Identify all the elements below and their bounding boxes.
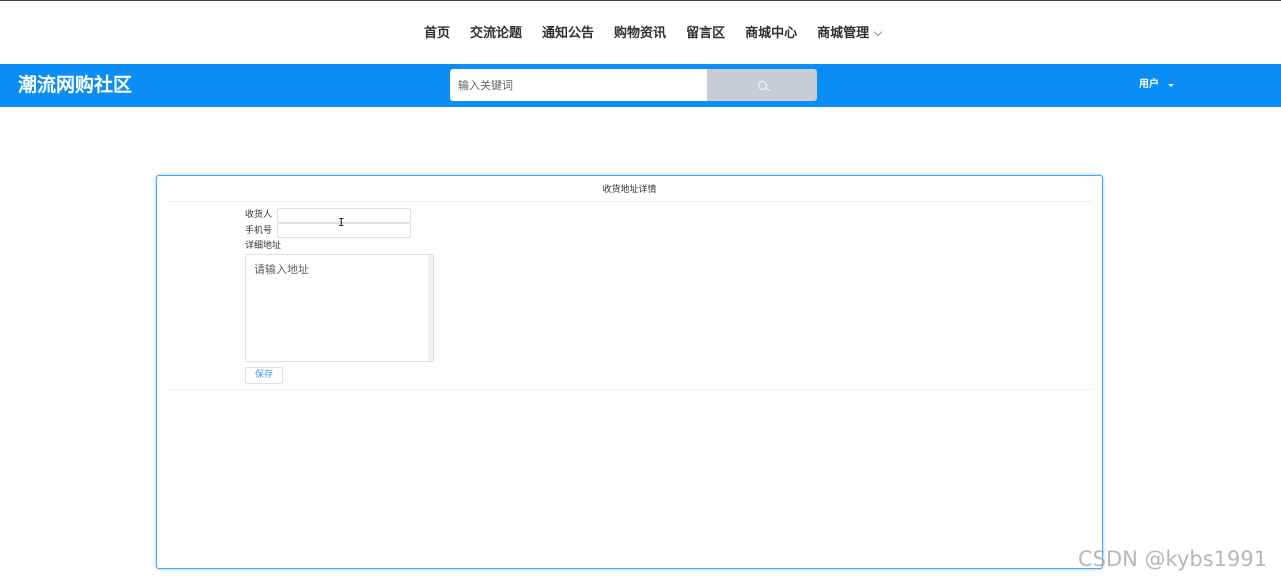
nav-item-shopping-news[interactable]: 购物资讯 xyxy=(614,25,666,43)
address-label: 详细地址 xyxy=(245,241,282,251)
nav-item-mall-center[interactable]: 商城中心 xyxy=(745,25,797,43)
user-menu-label: 用户 xyxy=(1139,79,1159,90)
save-button[interactable]: 保存 xyxy=(245,367,283,384)
nav-list: 首页 交流论题 通知公告 购物资讯 留言区 商城中心 商城管理 xyxy=(424,25,901,43)
header-bar: 潮流网购社区 用户 xyxy=(0,64,1281,107)
nav-item-home[interactable]: 首页 xyxy=(424,25,450,43)
address-detail-card: 收货地址详情 收货人 手机号 详细地址 保存 xyxy=(156,175,1103,569)
user-menu[interactable]: 用户 xyxy=(1139,78,1174,92)
card-divider-top xyxy=(167,201,1092,202)
address-textarea[interactable] xyxy=(245,254,434,362)
search-button[interactable] xyxy=(707,69,817,101)
text-cursor-icon: I xyxy=(338,216,345,229)
watermark: CSDN @kybs1991 xyxy=(1078,547,1268,571)
nav-item-mall-management[interactable]: 商城管理 xyxy=(817,25,883,43)
card-divider-bottom xyxy=(167,389,1092,390)
search-icon xyxy=(757,80,767,90)
chevron-down-icon xyxy=(873,27,883,37)
search-input[interactable] xyxy=(450,69,708,101)
textarea-scrollbar[interactable] xyxy=(428,255,433,361)
nav-item-forum[interactable]: 交流论题 xyxy=(470,25,522,43)
card-title: 收货地址详情 xyxy=(602,185,657,195)
nav-item-announcements[interactable]: 通知公告 xyxy=(542,25,594,43)
top-navigation: 首页 交流论题 通知公告 购物资讯 留言区 商城中心 商城管理 xyxy=(0,1,1281,64)
nav-item-mall-management-label: 商城管理 xyxy=(817,26,870,41)
nav-item-message-board[interactable]: 留言区 xyxy=(686,25,725,43)
consignee-label: 收货人 xyxy=(245,210,273,220)
site-logo-text[interactable]: 潮流网购社区 xyxy=(18,74,132,96)
phone-label: 手机号 xyxy=(245,226,273,236)
caret-down-icon xyxy=(1168,83,1174,87)
